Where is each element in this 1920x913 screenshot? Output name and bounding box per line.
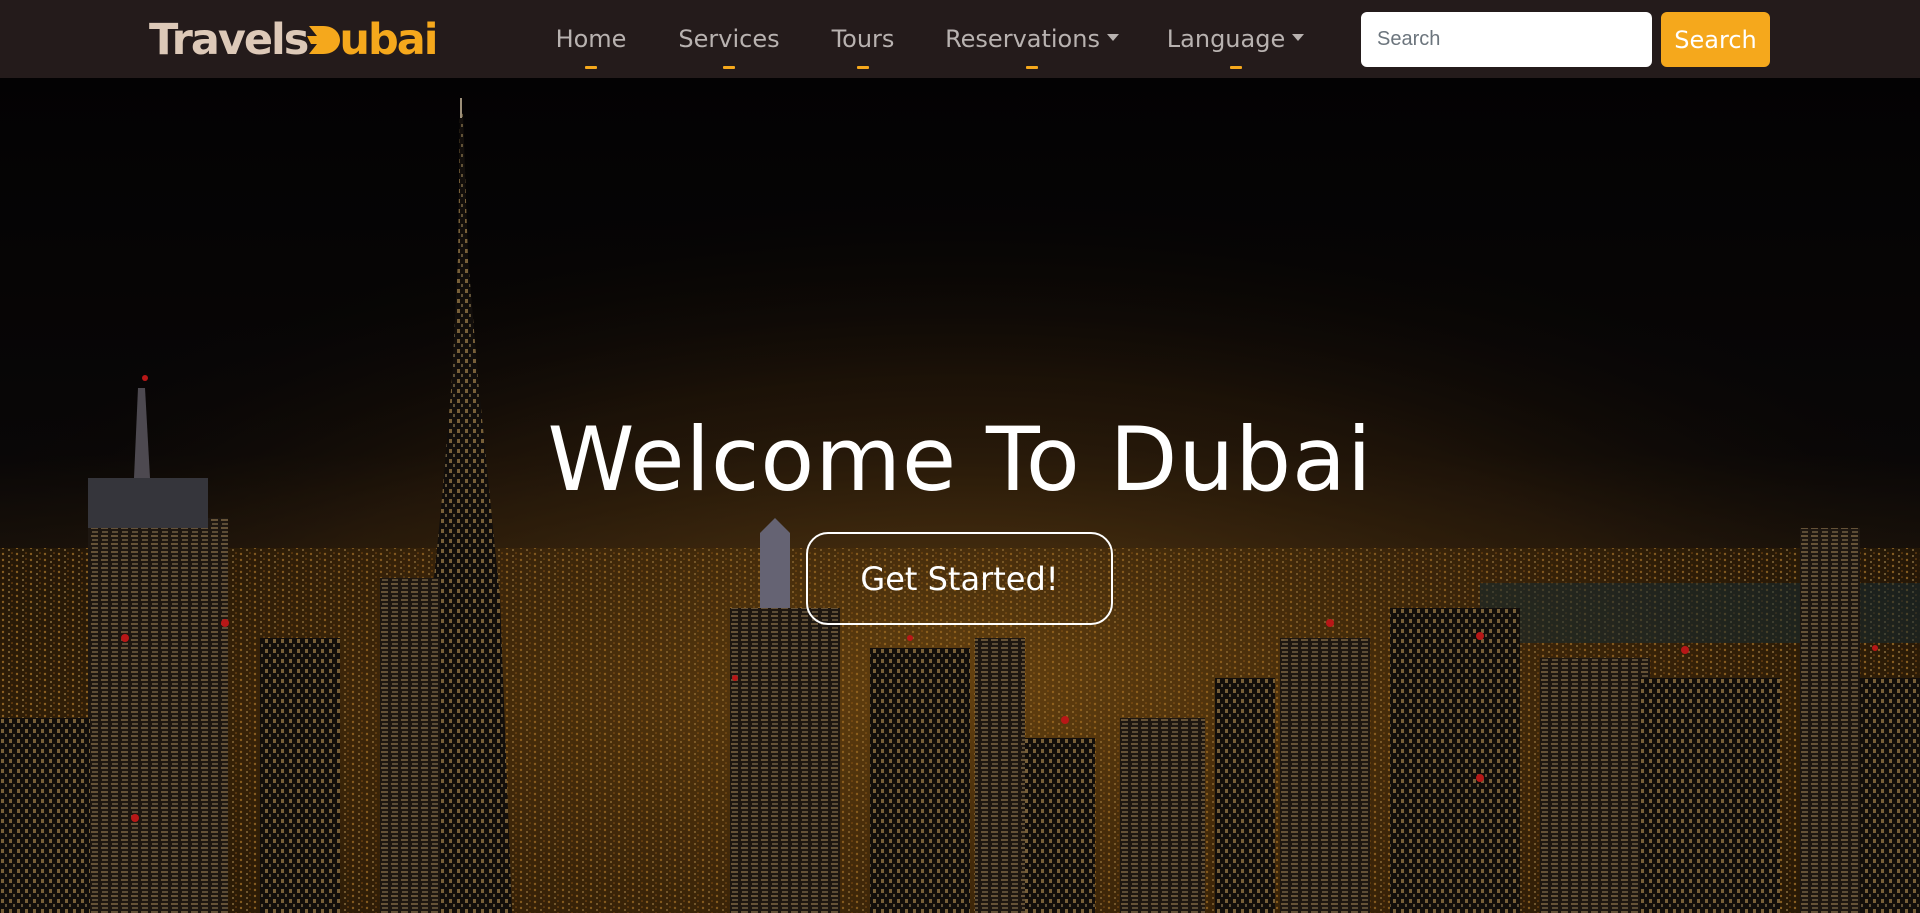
nav-home-label: Home (555, 25, 627, 53)
nav-language-dropdown[interactable]: Language (1166, 0, 1305, 78)
caret-down-icon (1106, 33, 1119, 41)
navbar: Travels ubai Home Services Tours Reserva… (0, 0, 1920, 78)
nav-tours-label: Tours (831, 25, 895, 53)
hero-section: Welcome To Dubai Get Started! (0, 78, 1920, 913)
caret-down-icon (1292, 33, 1305, 41)
nav-reservations-label: Reservations (945, 25, 1100, 53)
nav-services-label: Services (678, 25, 780, 53)
nav-language-label: Language (1166, 25, 1286, 53)
nav-underline (857, 66, 869, 69)
nav-tours[interactable]: Tours (832, 0, 894, 78)
nav-underline (1026, 66, 1038, 69)
search-button[interactable]: Search (1661, 12, 1770, 67)
brand-logo[interactable]: Travels ubai (149, 10, 439, 70)
brand-text-dubai: ubai (339, 14, 438, 65)
nav-underline (1229, 66, 1242, 69)
search-input[interactable] (1361, 12, 1652, 67)
nav-underline (723, 66, 735, 69)
plane-d-icon (307, 26, 341, 54)
nav-services[interactable]: Services (678, 0, 780, 78)
brand-text-travels: Travels (149, 14, 309, 65)
hero-title: Welcome To Dubai (547, 408, 1373, 511)
get-started-button[interactable]: Get Started! (806, 532, 1113, 625)
nav-reservations-dropdown[interactable]: Reservations (945, 0, 1119, 78)
nav-underline (585, 66, 597, 69)
nav-home[interactable]: Home (556, 0, 626, 78)
